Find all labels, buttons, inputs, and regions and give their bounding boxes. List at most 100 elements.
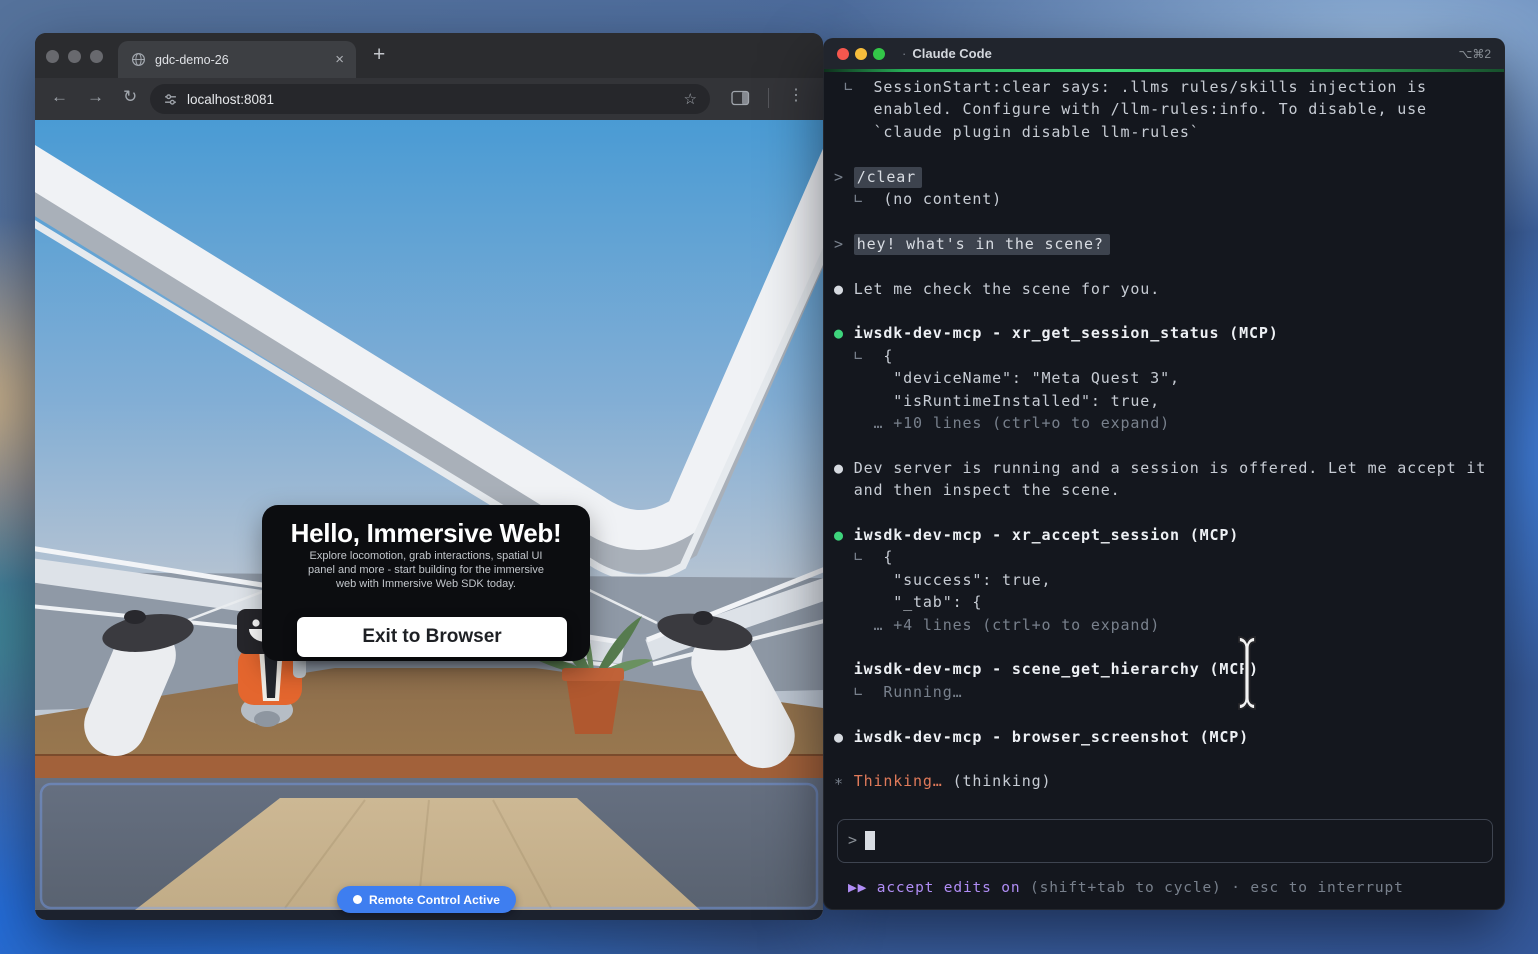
terminal-minimize-button[interactable] [855, 48, 867, 60]
terminal-line: ● Dev server is running and a session is… [834, 457, 1494, 479]
terminal-line: ● iwsdk-dev-mcp - xr_accept_session (MCP… [834, 524, 1494, 546]
terminal-line: … +4 lines (ctrl+o to expand) [834, 614, 1494, 636]
terminal-line [834, 703, 1494, 725]
terminal-window: · Claude Code ⌥⌘2 ∟ SessionStart:clear sa… [823, 38, 1505, 910]
terminal-line: iwsdk-dev-mcp - scene_get_hierarchy (MCP… [834, 658, 1494, 680]
terminal-line: ∟ { [834, 345, 1494, 367]
side-panel-icon[interactable] [731, 90, 750, 106]
terminal-input-box[interactable]: > [837, 819, 1493, 863]
back-icon[interactable]: ← [51, 87, 68, 107]
terminal-text-segment: · [1222, 880, 1251, 896]
remote-control-label: Remote Control Active [369, 893, 500, 907]
terminal-line: and then inspect the scene. [834, 479, 1494, 501]
status-dot-icon [353, 895, 362, 904]
terminal-text-segment: ∟ [834, 190, 883, 208]
terminal-text-segment: ∟ [834, 78, 874, 96]
terminal-text-segment: ● [834, 728, 854, 746]
terminal-line: ● Let me check the scene for you. [834, 278, 1494, 300]
terminal-text-segment [834, 616, 874, 634]
terminal-line: "_tab": { [834, 591, 1494, 613]
browser-zoom-button[interactable] [90, 50, 103, 63]
terminal-text-segment: (thinking) [943, 772, 1052, 790]
terminal-line: … +10 lines (ctrl+o to expand) [834, 412, 1494, 434]
browser-tab[interactable]: gdc-demo-26 × [118, 41, 356, 78]
terminal-text-segment: (no content) [883, 190, 1002, 208]
table-front-edge [35, 756, 823, 780]
terminal-window-shortcut: ⌥⌘2 [1458, 47, 1491, 61]
terminal-line: "deviceName": "Meta Quest 3", [834, 367, 1494, 389]
desktop: gdc-demo-26 × + ← → ↻ localhost:8081 ☆ [0, 0, 1538, 954]
terminal-text-segment: ● [834, 459, 854, 477]
browser-close-button[interactable] [46, 50, 59, 63]
terminal-output[interactable]: ∟ SessionStart:clear says: .llms rules/s… [824, 72, 1504, 824]
terminal-line [834, 636, 1494, 658]
terminal-text-segment: iwsdk-dev-mcp - xr_accept_session (MCP) [854, 526, 1239, 544]
terminal-text-segment: iwsdk-dev-mcp - xr_get_session_status (M… [854, 324, 1279, 342]
site-settings-icon[interactable] [164, 93, 177, 106]
panel-subtitle-line: Explore locomotion, grab interactions, s… [262, 549, 590, 563]
terminal-zoom-button[interactable] [873, 48, 885, 60]
tab-close-button[interactable]: × [333, 52, 346, 67]
hello-panel: Hello, Immersive Web! Explore locomotion… [262, 505, 590, 661]
address-bar[interactable]: localhost:8081 ☆ [150, 84, 710, 114]
terminal-text-segment: esc to interrupt [1250, 880, 1403, 896]
terminal-line [834, 300, 1494, 322]
panel-subtitle-line: panel and more - start building for the … [262, 563, 590, 577]
browser-toolbar: ← → ↻ localhost:8081 ☆ ⋮ [35, 78, 823, 120]
terminal-close-button[interactable] [837, 48, 849, 60]
terminal-line: ∟ SessionStart:clear says: .llms rules/s… [834, 76, 1494, 98]
terminal-text-segment: iwsdk-dev-mcp - scene_get_hierarchy (MCP… [854, 660, 1259, 678]
terminal-line: > /clear [834, 166, 1494, 188]
terminal-text-segment: { [883, 548, 893, 566]
url-text: localhost:8081 [187, 92, 684, 107]
terminal-text-segment [834, 660, 854, 678]
terminal-text-segment: iwsdk-dev-mcp - browser_screenshot (MCP) [854, 728, 1249, 746]
terminal-text-segment: "isRuntimeInstalled": true, [834, 392, 1160, 410]
browser-viewport: Hello, Immersive Web! Explore locomotion… [35, 120, 823, 920]
terminal-text-segment: Running… [883, 683, 962, 701]
exit-to-browser-button[interactable]: Exit to Browser [297, 617, 567, 657]
tab-title: gdc-demo-26 [155, 53, 333, 67]
terminal-line [834, 255, 1494, 277]
terminal-line: ∟ (no content) [834, 188, 1494, 210]
terminal-line: ▶▶ accept edits on (shift+tab to cycle) … [848, 877, 1404, 899]
browser-menu-icon[interactable]: ⋮ [788, 85, 804, 105]
terminal-text-segment: ∟ [834, 683, 883, 701]
terminal-status-line: ▶▶ accept edits on (shift+tab to cycle) … [848, 877, 1404, 899]
input-prompt: > [848, 831, 857, 849]
terminal-text-segment: Dev server is running and a session is o… [854, 459, 1486, 477]
browser-minimize-button[interactable] [68, 50, 81, 63]
terminal-line [834, 748, 1494, 770]
terminal-text-segment: "success": true, [834, 571, 1051, 589]
terminal-text-segment: ∟ [834, 548, 883, 566]
browser-tab-strip: gdc-demo-26 × + [35, 33, 823, 78]
terminal-text-segment: ● [834, 324, 854, 342]
terminal-text-segment: { [883, 347, 893, 365]
bookmark-star-icon[interactable]: ☆ [684, 90, 697, 108]
terminal-line: ∟ { [834, 546, 1494, 568]
new-tab-button[interactable]: + [373, 43, 385, 67]
terminal-text-segment: Thinking… [854, 772, 943, 790]
terminal-text-segment [834, 414, 874, 432]
terminal-title: · Claude Code [902, 46, 992, 61]
text-cursor-block [865, 831, 875, 850]
terminal-line: ∗ Thinking… (thinking) [834, 770, 1494, 792]
terminal-line: ● iwsdk-dev-mcp - xr_get_session_status … [834, 322, 1494, 344]
terminal-title-text: Claude Code [912, 46, 991, 61]
terminal-text-segment: "_tab": { [834, 593, 982, 611]
terminal-text-segment: ▶▶ [848, 880, 877, 896]
terminal-line: "isRuntimeInstalled": true, [834, 390, 1494, 412]
terminal-line: > hey! what's in the scene? [834, 233, 1494, 255]
terminal-line: enabled. Configure with /llm-rules:info.… [834, 98, 1494, 120]
forward-icon[interactable]: → [87, 87, 104, 107]
terminal-text-segment: ∗ [834, 772, 854, 790]
globe-favicon-icon [131, 52, 146, 67]
title-dot-icon: · [902, 46, 906, 61]
terminal-title-bar: · Claude Code ⌥⌘2 [824, 39, 1504, 69]
reload-icon[interactable]: ↻ [123, 87, 137, 107]
terminal-line: `claude plugin disable llm-rules` [834, 121, 1494, 143]
terminal-line [834, 210, 1494, 232]
terminal-text-segment: … +4 lines (ctrl+o to expand) [874, 616, 1161, 634]
terminal-text-segment: Let me check the scene for you. [854, 280, 1160, 298]
terminal-text-segment: (shift+tab to cycle) [1020, 880, 1221, 896]
